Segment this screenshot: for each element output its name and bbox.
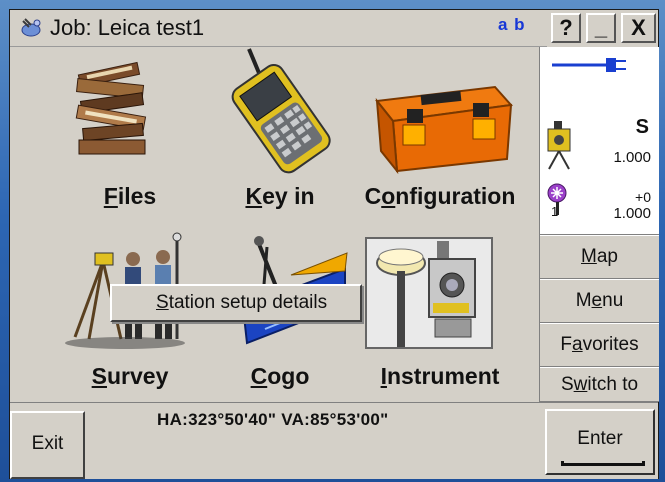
station-setup-details-item[interactable]: Station setup details (156, 292, 327, 314)
map-button[interactable]: Map (540, 235, 659, 279)
window-title: Job: Leica test1 (50, 15, 205, 40)
tile-configuration[interactable]: Configuration (355, 47, 525, 222)
bottom-bar: Exit HA:323°50'40" VA:85°53'00" Enter (10, 402, 658, 479)
right-panel: S 1.000 1 +0 1.000 Map Menu Favorites Sw… (539, 47, 659, 402)
instrument-code: S (635, 116, 649, 138)
favorites-button[interactable]: Favorites (540, 323, 659, 367)
exit-button[interactable]: Exit (10, 411, 85, 479)
tile-files-label: Files (103, 183, 157, 209)
books-icon (75, 61, 147, 155)
minimize-button[interactable]: _ (586, 13, 616, 43)
ab-input-button[interactable]: a b (498, 15, 526, 35)
toolbox-icon (375, 85, 513, 175)
tile-key-in-label: Key in (245, 183, 315, 209)
instrument-height-value: 1.000 (613, 149, 651, 166)
menu-button[interactable]: Menu (540, 279, 659, 323)
enter-key-icon (561, 461, 645, 466)
main-menu-grid: Files Key in Configuration Survey Cogo I… (10, 47, 538, 402)
context-menu: Station setup details (110, 284, 362, 322)
title-bar: Job: Leica test1 a b (10, 10, 547, 47)
tile-cogo-label: Cogo (250, 363, 310, 389)
target-offset: +0 (635, 189, 651, 205)
total-station-icon (376, 241, 476, 347)
help-button[interactable]: ? (551, 13, 581, 43)
tile-instrument-label: Instrument (380, 363, 500, 389)
tile-survey-label: Survey (91, 363, 169, 389)
close-button[interactable]: X (621, 13, 656, 43)
tile-key-in[interactable]: Key in (195, 47, 365, 222)
main-window: Job: Leica test1 a b ? _ X Files Key in … (9, 9, 659, 479)
tile-instrument[interactable]: Instrument (355, 227, 525, 402)
enter-button[interactable]: Enter (545, 409, 655, 475)
target-number: 1 (551, 204, 559, 219)
switch-to-button[interactable]: Switch to (540, 367, 659, 402)
tile-files[interactable]: Files (45, 47, 215, 222)
battery-plug-icon (552, 58, 626, 72)
tile-configuration-label: Configuration (364, 183, 516, 209)
total-station-status-icon (547, 121, 571, 170)
target-height-value: 1.000 (613, 205, 651, 222)
status-panel: S 1.000 1 +0 1.000 (540, 47, 659, 235)
angle-readout: HA:323°50'40" VA:85°53'00" (157, 410, 389, 429)
satellite-app-icon (21, 18, 41, 37)
handheld-controller-icon (231, 48, 331, 174)
enter-button-label: Enter (577, 428, 623, 449)
